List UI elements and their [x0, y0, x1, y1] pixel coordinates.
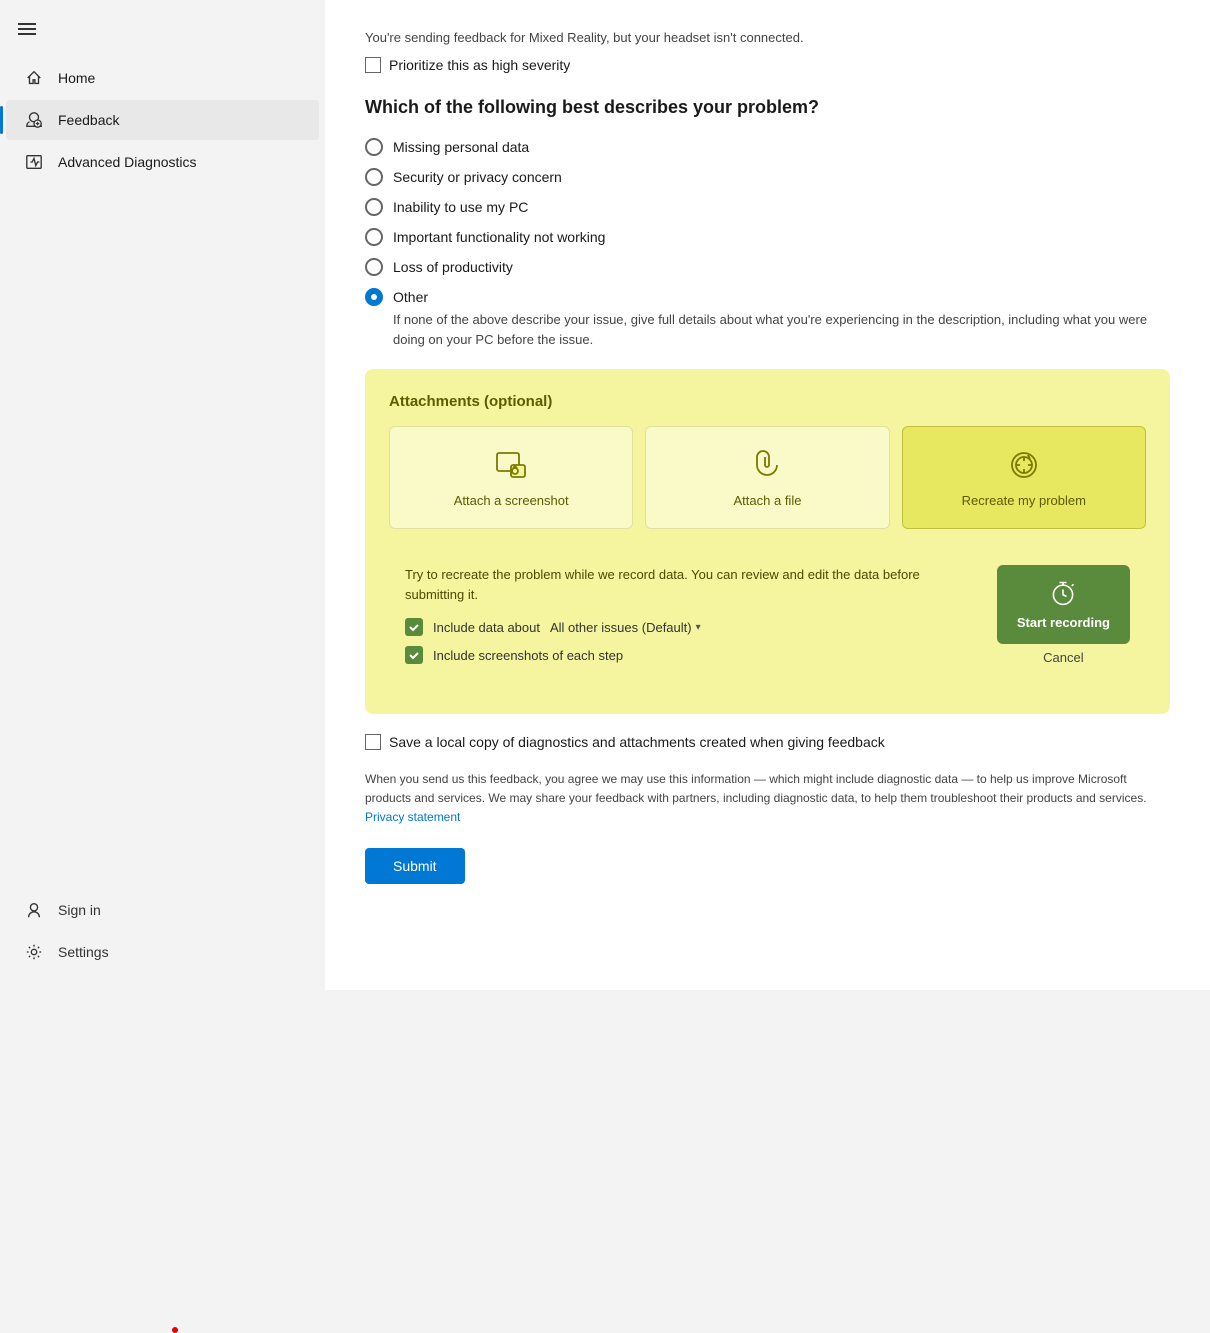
include-data-dropdown[interactable]: All other issues (Default) ▾: [550, 620, 701, 635]
include-screenshots-label: Include screenshots of each step: [433, 648, 623, 663]
recreate-description: Try to recreate the problem while we rec…: [405, 565, 981, 604]
recreate-problem-icon: [1006, 447, 1042, 483]
sidebar-nav: Home Feedback Advanced Diagnostics: [0, 48, 325, 872]
other-description: If none of the above describe your issue…: [393, 310, 1170, 349]
checkmark-icon-2: [408, 649, 420, 661]
priority-row: Prioritize this as high severity: [365, 57, 1170, 73]
radio-loss-productivity[interactable]: Loss of productivity: [365, 258, 1170, 276]
problem-section-title: Which of the following best describes yo…: [365, 97, 1170, 118]
recording-actions-panel: Start recording Cancel: [997, 565, 1130, 674]
problem-radio-group: Missing personal data Security or privac…: [365, 138, 1170, 349]
attach-file-icon: [749, 447, 785, 483]
sidebar: Home Feedback Advanced Diagnostics: [0, 0, 325, 990]
radio-circle-functionality: [365, 228, 383, 246]
radio-circle-security: [365, 168, 383, 186]
include-screenshots-row: Include screenshots of each step: [405, 646, 981, 664]
sidebar-item-advanced-diagnostics-label: Advanced Diagnostics: [58, 154, 197, 170]
sidebar-item-advanced-diagnostics[interactable]: Advanced Diagnostics: [6, 142, 319, 182]
notification-dot: [172, 1327, 178, 1333]
attachments-title: Attachments (optional): [389, 393, 1146, 410]
cancel-button[interactable]: Cancel: [997, 650, 1130, 665]
sidebar-item-settings[interactable]: Settings: [6, 932, 319, 972]
include-data-row: Include data about All other issues (Def…: [405, 618, 981, 636]
radio-missing-personal-data[interactable]: Missing personal data: [365, 138, 1170, 156]
radio-label-functionality: Important functionality not working: [393, 229, 605, 245]
attach-screenshot-button[interactable]: Attach a screenshot: [389, 426, 633, 529]
radio-label-security: Security or privacy concern: [393, 169, 562, 185]
start-recording-label: Start recording: [1017, 615, 1110, 630]
local-copy-label: Save a local copy of diagnostics and att…: [389, 734, 885, 750]
sidebar-item-home[interactable]: Home: [6, 58, 319, 98]
radio-circle-productivity: [365, 258, 383, 276]
recreate-left-panel: Try to recreate the problem while we rec…: [405, 565, 981, 674]
hamburger-menu-button[interactable]: [0, 0, 325, 48]
recreate-expanded-section: Try to recreate the problem while we rec…: [389, 549, 1146, 690]
submit-button[interactable]: Submit: [365, 848, 465, 884]
radio-label-other: Other: [393, 289, 428, 305]
local-copy-row: Save a local copy of diagnostics and att…: [365, 734, 1170, 750]
feedback-icon: [24, 110, 44, 130]
radio-label-productivity: Loss of productivity: [393, 259, 513, 275]
privacy-link[interactable]: Privacy statement: [365, 810, 460, 824]
radio-security-privacy[interactable]: Security or privacy concern: [365, 168, 1170, 186]
home-icon: [24, 68, 44, 88]
recreate-problem-button[interactable]: Recreate my problem: [902, 426, 1146, 529]
sidebar-item-settings-label: Settings: [58, 944, 109, 960]
attach-file-button[interactable]: Attach a file: [645, 426, 889, 529]
attach-buttons-row: Attach a screenshot Attach a file Recrea…: [389, 426, 1146, 529]
include-screenshots-checkbox[interactable]: [405, 646, 423, 664]
checkmark-icon: [408, 621, 420, 633]
attach-screenshot-label: Attach a screenshot: [454, 493, 569, 508]
radio-label-inability: Inability to use my PC: [393, 199, 528, 215]
radio-circle-inability: [365, 198, 383, 216]
attach-file-label: Attach a file: [734, 493, 802, 508]
priority-checkbox[interactable]: [365, 57, 381, 73]
sidebar-bottom: Sign in Settings: [0, 872, 325, 990]
radio-label-missing: Missing personal data: [393, 139, 529, 155]
priority-label: Prioritize this as high severity: [389, 57, 570, 73]
settings-icon: [24, 942, 44, 962]
radio-other[interactable]: Other: [365, 288, 1170, 306]
sidebar-item-feedback-label: Feedback: [58, 112, 119, 128]
include-data-value: All other issues (Default): [550, 620, 692, 635]
radio-inability-use-pc[interactable]: Inability to use my PC: [365, 198, 1170, 216]
sidebar-item-sign-in[interactable]: Sign in: [6, 890, 319, 930]
dropdown-arrow-icon: ▾: [696, 622, 701, 633]
local-copy-checkbox[interactable]: [365, 734, 381, 750]
attachments-box: Attachments (optional) Attach a screensh…: [365, 369, 1170, 714]
stopwatch-icon: [1049, 579, 1077, 607]
include-data-label: Include data about: [433, 620, 540, 635]
recreate-problem-label: Recreate my problem: [962, 493, 1086, 508]
diagnostics-icon: [24, 152, 44, 172]
start-recording-button[interactable]: Start recording: [997, 565, 1130, 644]
sign-in-icon: [24, 900, 44, 920]
sidebar-item-feedback[interactable]: Feedback: [6, 100, 319, 140]
radio-circle-missing: [365, 138, 383, 156]
radio-other-container: Other If none of the above describe your…: [365, 288, 1170, 349]
main-content: You're sending feedback for Mixed Realit…: [325, 0, 1210, 990]
sidebar-item-home-label: Home: [58, 70, 95, 86]
privacy-text: When you send us this feedback, you agre…: [365, 770, 1170, 828]
privacy-text-content: When you send us this feedback, you agre…: [365, 772, 1147, 805]
radio-circle-other: [365, 288, 383, 306]
include-data-checkbox[interactable]: [405, 618, 423, 636]
attach-screenshot-icon: [493, 447, 529, 483]
info-banner: You're sending feedback for Mixed Realit…: [365, 30, 1170, 45]
sidebar-item-sign-in-label: Sign in: [58, 902, 101, 918]
radio-important-functionality[interactable]: Important functionality not working: [365, 228, 1170, 246]
